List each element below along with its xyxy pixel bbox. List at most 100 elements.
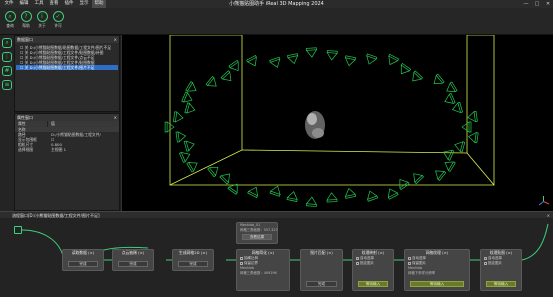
layers-icon[interactable]: ≡ [2, 80, 12, 90]
flow-node-image-match[interactable]: 图片匹配 (×) 完成 [300, 249, 343, 291]
property-select[interactable]: 主视图 1 [48, 147, 119, 152]
camera-frustum [186, 162, 198, 173]
tree-item-selected[interactable]: ☐ 关 D:/小熊猫贴图数据/工程文件/图片不足 [16, 65, 118, 70]
node-status-button[interactable]: 完成 [306, 281, 337, 287]
license-icon: ✓ [52, 11, 64, 22]
search-icon[interactable]: ⌕ [2, 38, 12, 48]
menu-view[interactable]: 查看 [47, 0, 61, 8]
node-title: 读取数据 (×) [71, 250, 95, 255]
node-title: 生成网格2D (×) [179, 250, 207, 255]
flow-node-texture-bake[interactable]: 纹理贴图 (×) 自动选择 指定图片 等待输入 [480, 249, 522, 291]
flow-node-mesh-simplify[interactable]: 网格简化 (×) 抽稀比例 保留边界 Meshlab 网格三角面数：409296 [236, 249, 290, 291]
data-tree-header: 数据窗口 × [15, 36, 119, 43]
camera-frustum [387, 188, 399, 200]
menu-file[interactable]: 文件 [2, 0, 16, 8]
data-tree-list: ☐ 关 D:/小熊猫贴图数据/贴图数据/工程文件/图片不足 ☐ 关 D:/小熊猫… [15, 43, 119, 72]
minimize-icon[interactable]: — [523, 0, 529, 8]
camera-frustum [412, 70, 423, 82]
node-status-button[interactable]: 完成 [118, 261, 148, 267]
menu-help[interactable]: 帮助 [92, 0, 106, 8]
camera-frustum [326, 50, 338, 61]
left-tool-strip: ⌕ ⋮ # ≡ [0, 35, 14, 211]
data-tree-panel: 数据窗口 × ☐ 关 D:/小熊猫贴图数据/贴图数据/工程文件/图片不足 ☐ 关… [14, 35, 120, 112]
close-icon[interactable]: × [114, 36, 117, 43]
menu-tools[interactable]: 工具 [32, 0, 46, 8]
view-result-button[interactable]: 查看结果 [242, 234, 272, 240]
camera-frustum [454, 141, 466, 153]
camera-frustum [326, 192, 338, 203]
checkbox-icon[interactable] [240, 256, 243, 260]
maximize-icon[interactable]: □ [534, 0, 540, 8]
node-status-button[interactable]: 完成 [68, 261, 98, 267]
3d-viewport[interactable] [121, 35, 553, 211]
flow-node-texture-map[interactable]: 纹理映射 (×) 自动选择 指定图片 等待输入 [352, 249, 394, 291]
camera-frustum [468, 131, 479, 144]
help-icon: ? [20, 11, 32, 22]
checkbox-icon[interactable] [408, 261, 411, 265]
point-cloud-scene [164, 35, 495, 207]
flow-canvas[interactable]: 读取数据 (×) 完成 点云抽稀 (×) 完成 生成网格2D (×) 完成 Me… [0, 218, 553, 297]
properties-header: 属性窗口 × [15, 114, 119, 121]
query-button[interactable]: ⌕ 查询 [3, 11, 17, 29]
close-icon[interactable]: × [114, 114, 117, 121]
camera-frustum [173, 111, 184, 123]
camera-frustum [443, 149, 455, 161]
properties-title: 属性窗口 [17, 115, 33, 120]
camera-frustum [400, 62, 412, 75]
about-button[interactable]: i 关于 [35, 11, 49, 29]
flow-node-mesh-texture[interactable]: 网格纹理 (×) 自动选择 保留图片 Meshlab 网格下采样分辨率 等待输入 [404, 249, 470, 291]
camera-frustum [183, 140, 195, 152]
node-status-button[interactable]: 等待输入 [486, 281, 516, 287]
help-button[interactable]: ? 帮助 [19, 11, 33, 29]
camera-frustum [435, 170, 447, 181]
camera-frustum [433, 73, 445, 85]
camera-frustum [219, 173, 231, 185]
nodes-icon[interactable]: ⋮ [2, 52, 12, 62]
license-label: 许可 [54, 23, 62, 28]
flow-node-downsample[interactable]: 点云抽稀 (×) 完成 [112, 249, 154, 271]
checkbox-icon[interactable] [408, 256, 411, 260]
camera-frustum [269, 185, 281, 197]
camera-frustum [227, 183, 238, 195]
checkbox-icon[interactable] [484, 256, 487, 260]
camera-frustum [305, 196, 318, 207]
checkbox-icon[interactable] [356, 261, 359, 265]
query-label: 查询 [6, 23, 14, 28]
menu-edit[interactable]: 编辑 [17, 0, 31, 8]
camera-frustum [246, 55, 257, 67]
flow-node-read-data[interactable]: 读取数据 (×) 完成 [62, 249, 104, 271]
checkbox-icon[interactable] [240, 261, 243, 265]
grid-icon[interactable]: # [2, 66, 12, 76]
node-option[interactable]: 指定图片 [353, 261, 393, 266]
view-cube-icon[interactable] [537, 195, 550, 208]
node-note: 网格下采样分辨率 [408, 271, 436, 275]
flow-node-mesh-2d[interactable]: 生成网格2D (×) 完成 [172, 249, 214, 271]
property-row: 选择视图 主视图 1 [15, 147, 119, 152]
camera-frustum [366, 53, 378, 65]
camera-frustum [461, 121, 472, 133]
close-icon[interactable]: ✕ [545, 0, 551, 8]
start-node-icon[interactable] [14, 226, 22, 234]
node-status-button[interactable]: 完成 [178, 261, 208, 267]
menu-bar: 文件 编辑 工具 查看 插件 显示 帮助 [2, 0, 106, 8]
camera-frustum [305, 47, 318, 58]
camera-frustum [205, 76, 217, 87]
toolbar: ⌕ 查询 ? 帮助 i 关于 ✓ 许可 [0, 8, 553, 35]
node-note: 网格三角面数：409296 [240, 271, 277, 275]
node-title: 点云抽稀 (×) [121, 250, 145, 255]
node-option[interactable]: 指定图片 [481, 261, 521, 266]
camera-frustum [444, 92, 456, 104]
menu-plugins[interactable]: 插件 [62, 0, 76, 8]
menu-display[interactable]: 显示 [77, 0, 91, 8]
camera-frustum [220, 70, 232, 82]
node-status-button[interactable]: 等待输入 [358, 281, 388, 287]
license-button[interactable]: ✓ 许可 [51, 11, 65, 29]
checkbox-icon[interactable] [356, 256, 359, 260]
camera-frustum [247, 186, 258, 199]
node-status-button[interactable]: 等待输入 [410, 281, 464, 287]
flow-node-floating-result[interactable]: Meshlab_01 网格三角面数：557,327 查看结果 [236, 222, 278, 244]
checkbox-icon[interactable] [484, 261, 487, 265]
properties-panel: 属性窗口 × 属性 值 名称 路径 D:/小熊猫贴图数据/工程文件/ 显示包围框… [14, 113, 120, 211]
camera-frustum [467, 110, 478, 123]
camera-frustum [344, 187, 357, 199]
